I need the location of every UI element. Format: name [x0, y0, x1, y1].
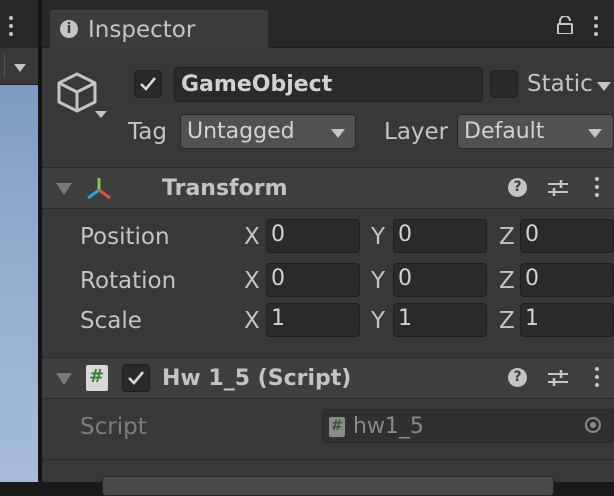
icon-dropdown-arrow-icon[interactable] — [95, 111, 107, 118]
rotation-x-input[interactable]: 0 — [266, 263, 360, 297]
layer-label: Layer — [384, 119, 449, 145]
rotation-y-value: 0 — [398, 266, 412, 291]
inspector-tab-strip: i Inspector — [42, 0, 614, 49]
layer-chevron-icon — [588, 129, 602, 138]
position-y-input[interactable]: 0 — [393, 219, 487, 253]
script-object-field: # hw1_5 — [322, 409, 614, 443]
transform-header[interactable]: Transform ? — [42, 167, 614, 209]
rotation-x-label[interactable]: X — [244, 270, 260, 293]
csharp-script-icon: # — [86, 365, 108, 391]
scale-x-label[interactable]: X — [244, 310, 260, 333]
scene-more-icon[interactable] — [9, 16, 13, 40]
tag-chevron-icon — [331, 129, 345, 138]
position-z-input[interactable]: 0 — [520, 219, 614, 253]
script-component-header[interactable]: # Hw 1_5 (Script) ? — [42, 357, 614, 399]
script-menu-icon[interactable] — [595, 367, 599, 391]
position-z-value: 0 — [525, 222, 539, 247]
scene-view[interactable] — [0, 85, 38, 482]
active-checkbox[interactable] — [134, 70, 162, 98]
gameobject-name-value: GameObject — [181, 72, 333, 97]
scale-y-value: 1 — [398, 306, 412, 331]
script-enabled-checkbox[interactable] — [122, 364, 150, 392]
help-icon[interactable]: ? — [508, 178, 527, 197]
position-x-input[interactable]: 0 — [266, 219, 360, 253]
layer-value: Default — [464, 119, 545, 144]
component-list-end-divider — [42, 459, 614, 460]
tag-dropdown[interactable]: Untagged — [180, 114, 356, 149]
static-dropdown-arrow-icon[interactable] — [597, 82, 611, 91]
scale-y-label[interactable]: Y — [371, 310, 385, 333]
transform-foldout-icon[interactable] — [56, 183, 72, 195]
transform-title: Transform — [162, 176, 288, 201]
script-field-value: hw1_5 — [353, 414, 424, 439]
position-y-label[interactable]: Y — [371, 226, 385, 249]
rotation-z-value: 0 — [525, 266, 539, 291]
position-x-label[interactable]: X — [244, 226, 260, 249]
script-component-title: Hw 1_5 (Script) — [162, 366, 352, 391]
position-label: Position — [80, 224, 170, 250]
checkmark-icon — [140, 77, 157, 91]
rotation-label: Rotation — [80, 268, 177, 294]
script-icon-glyph: # — [89, 366, 105, 387]
tag-label: Tag — [128, 119, 167, 145]
help-icon[interactable]: ? — [508, 368, 527, 387]
add-component-button[interactable] — [102, 476, 554, 496]
static-checkbox[interactable] — [490, 70, 518, 98]
script-foldout-icon[interactable] — [56, 373, 72, 385]
tab-inspector[interactable]: i Inspector — [50, 10, 268, 49]
scale-x-input[interactable]: 1 — [266, 303, 360, 337]
inspector-panel: i Inspector GameObject Static Tag Untagg… — [42, 0, 614, 496]
scale-z-input[interactable]: 1 — [520, 303, 614, 337]
position-z-label[interactable]: Z — [499, 226, 515, 249]
object-picker-icon[interactable] — [585, 417, 601, 433]
script-field-file-glyph: # — [331, 418, 343, 434]
presets-icon[interactable] — [547, 178, 569, 198]
scale-x-value: 1 — [271, 306, 285, 331]
transform-icon — [84, 176, 114, 202]
scale-z-label[interactable]: Z — [499, 310, 515, 333]
rotation-z-input[interactable]: 0 — [520, 263, 614, 297]
lock-icon[interactable] — [556, 15, 574, 35]
tag-value: Untagged — [187, 119, 295, 144]
scene-toolbar — [0, 48, 40, 85]
tab-inspector-label: Inspector — [88, 17, 196, 43]
gameobject-name-input[interactable]: GameObject — [174, 67, 483, 102]
checkmark-icon — [128, 371, 145, 385]
object-picker-dot — [590, 422, 596, 428]
static-label: Static — [527, 71, 593, 97]
script-label: Script — [80, 414, 147, 440]
presets-icon[interactable] — [547, 368, 569, 388]
inspector-more-icon[interactable] — [594, 16, 598, 40]
scale-label: Scale — [80, 308, 142, 334]
scene-tab-bar — [0, 0, 40, 49]
scene-toolbar-divider — [4, 54, 5, 78]
rotation-y-input[interactable]: 0 — [393, 263, 487, 297]
scale-z-value: 1 — [525, 306, 539, 331]
scale-y-input[interactable]: 1 — [393, 303, 487, 337]
gameobject-icon — [56, 70, 102, 116]
layer-dropdown[interactable]: Default — [457, 114, 614, 149]
script-field-file-icon: # — [329, 417, 345, 437]
position-y-value: 0 — [398, 222, 412, 247]
info-icon: i — [60, 20, 78, 38]
position-x-value: 0 — [271, 222, 285, 247]
rotation-z-label[interactable]: Z — [499, 270, 515, 293]
rotation-x-value: 0 — [271, 266, 285, 291]
scene-dropdown-arrow-icon[interactable] — [14, 64, 26, 72]
transform-menu-icon[interactable] — [595, 177, 599, 201]
rotation-y-label[interactable]: Y — [371, 270, 385, 293]
